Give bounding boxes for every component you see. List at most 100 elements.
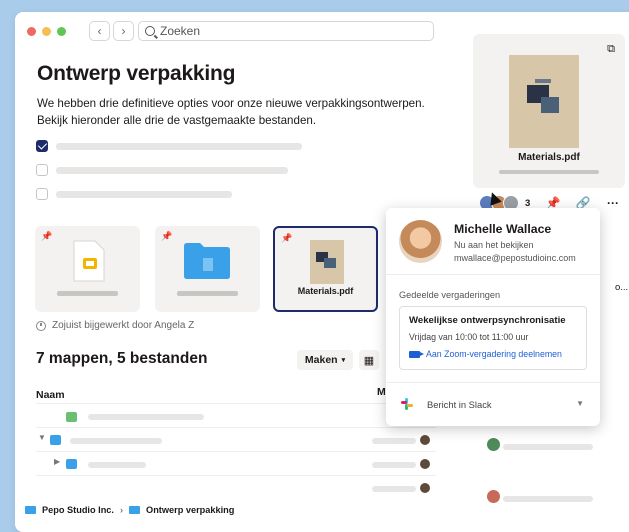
viewer-count: 3 [525,197,531,209]
slides-file-icon [73,240,105,282]
pin-icon: 📌 [161,231,173,241]
meeting-card[interactable]: Wekelijkse ontwerpsynchronisatie Vrijdag… [399,306,587,370]
comment-placeholder [503,496,593,502]
table-row[interactable] [36,475,436,499]
avatar [420,483,430,493]
divider [386,382,600,383]
last-updated-text: Zojuist bijgewerkt door Angela Z [52,320,195,331]
join-zoom-label: Aan Zoom-vergadering deelnemen [426,349,562,359]
page-title: Ontwerp verpakking [37,62,236,85]
avatar [420,435,430,445]
file-name-placeholder [57,291,118,296]
avatar [420,459,430,469]
user-name: Michelle Wallace [454,222,552,236]
expand-arrow-icon[interactable]: ▼ [38,433,46,442]
row-name-placeholder [88,462,146,468]
breadcrumb-root[interactable]: Pepo Studio Inc. [42,505,114,515]
chevron-right-icon: › [121,24,126,38]
table-row[interactable]: ▼ [36,427,436,451]
folder-icon [129,506,141,514]
create-button-label: Maken [304,354,338,366]
table-row[interactable]: ▶ [36,451,436,475]
document-preview [509,55,579,148]
pinned-file-folder[interactable]: 📌 [155,226,260,312]
expand-arrow-icon[interactable]: ▶ [54,457,60,466]
last-updated: Zojuist bijgewerkt door Angela Z [36,320,194,331]
breadcrumb-current[interactable]: Ontwerp verpakking [146,505,234,515]
preview-divider [499,170,599,174]
row-date-placeholder [372,438,416,444]
row-date-placeholder [372,486,416,492]
preview-file-name: Materials.pdf [518,152,580,163]
task-text-placeholder [56,190,232,198]
forward-button[interactable]: › [113,21,134,41]
close-window-button[interactable] [27,27,36,36]
avatar [399,220,442,263]
folder-icon [50,435,61,445]
task-checkbox[interactable] [36,164,48,176]
chevron-down-icon: ▾ [341,357,346,364]
join-zoom-link[interactable]: Aan Zoom-vergadering deelnemen [409,349,562,359]
overflow-text: o... [615,282,629,293]
shared-meetings-label: Gedeelde vergaderingen [399,290,501,300]
more-options-button[interactable]: ··· [602,194,624,212]
user-profile-popover: Michelle Wallace Nu aan het bekijken mwa… [386,208,600,426]
row-date-placeholder [372,462,416,468]
folder-icon [184,243,230,279]
chevron-down-icon[interactable]: ▼ [576,399,584,408]
slack-icon [401,398,413,410]
task-text-placeholder [56,166,288,174]
divider [386,274,600,275]
column-header-modified[interactable]: M [377,386,386,398]
task-item[interactable] [36,140,302,152]
pin-icon: 📌 [281,233,293,243]
document-thumbnail [310,240,344,284]
video-camera-icon [409,350,424,358]
sheet-file-icon [66,412,77,422]
chevron-left-icon: ‹ [97,24,102,38]
pinned-file-slides[interactable]: 📌 [35,226,140,312]
grid-icon: ▦ [363,354,375,367]
user-email[interactable]: mwallace@pepostudioinc.com [454,252,576,265]
search-input[interactable]: Zoeken [138,21,434,41]
breadcrumb-separator: › [119,505,124,515]
task-item[interactable] [36,164,288,176]
avatar [487,490,500,503]
file-name-placeholder [177,291,238,296]
user-details: Nu aan het bekijken mwallace@pepostudioi… [454,239,576,265]
back-button[interactable]: ‹ [89,21,110,41]
file-name: Materials.pdf [297,286,354,296]
table-row[interactable] [36,403,436,427]
search-icon [145,26,155,36]
avatar [487,438,500,451]
pin-icon: 📌 [41,231,53,241]
folder-icon [66,459,77,469]
folder-summary: 7 mappen, 5 bestanden [36,350,208,367]
window-controls [27,27,66,36]
task-checkbox[interactable] [36,188,48,200]
minimize-window-button[interactable] [42,27,51,36]
row-name-placeholder [88,414,204,420]
task-text-placeholder [56,142,302,150]
user-status: Nu aan het bekijken [454,240,534,250]
more-icon: ··· [607,196,619,210]
breadcrumb: Pepo Studio Inc. › Ontwerp verpakking [25,505,234,515]
meeting-title: Wekelijkse ontwerpsynchronisatie [409,315,566,326]
column-header-name[interactable]: Naam [36,389,65,401]
row-name-placeholder [70,438,162,444]
task-checkbox[interactable] [36,140,48,152]
search-placeholder: Zoeken [160,24,201,38]
comment-placeholder [503,444,593,450]
meeting-time: Vrijdag van 10:00 tot 11:00 uur [409,332,529,342]
file-preview-panel[interactable]: ⧉ Materials.pdf [473,34,625,188]
maximize-window-button[interactable] [57,27,66,36]
slack-label: Bericht in Slack [427,398,492,410]
slack-message-button[interactable]: Bericht in Slack [401,398,492,410]
external-link-icon[interactable]: ⧉ [607,43,615,56]
pinned-file-materials[interactable]: 📌 Materials.pdf [273,226,378,312]
create-button[interactable]: Maken ▾ [297,350,353,370]
task-item[interactable] [36,188,232,200]
folder-icon [25,506,36,514]
page-description: We hebben drie definitieve opties voor o… [37,97,425,127]
view-toggle-button[interactable]: ▦ [359,350,379,370]
